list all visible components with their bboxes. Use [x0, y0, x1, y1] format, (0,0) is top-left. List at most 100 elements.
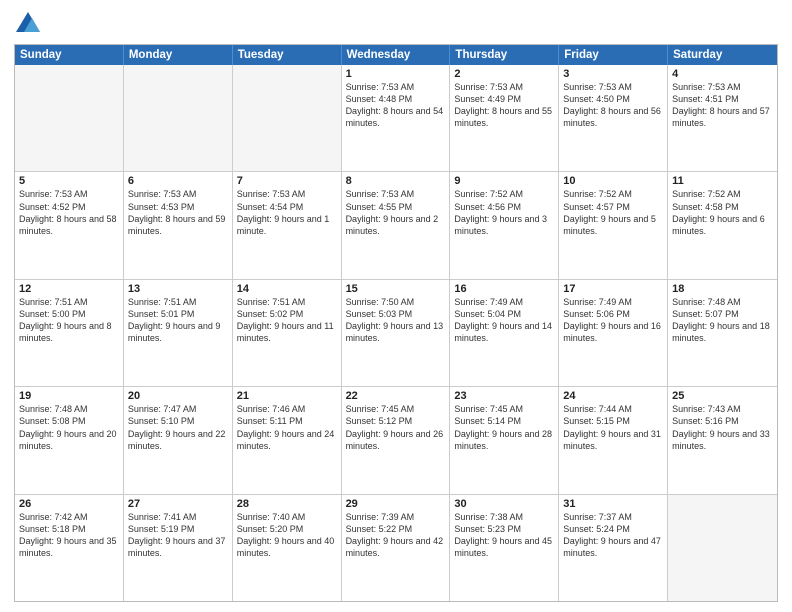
day-number: 8: [346, 175, 446, 187]
day-info: Sunrise: 7:52 AM Sunset: 4:58 PM Dayligh…: [672, 188, 773, 237]
day-number: 12: [19, 283, 119, 295]
day-cell: 18Sunrise: 7:48 AM Sunset: 5:07 PM Dayli…: [668, 280, 777, 386]
day-number: 14: [237, 283, 337, 295]
day-number: 5: [19, 175, 119, 187]
day-cell: 20Sunrise: 7:47 AM Sunset: 5:10 PM Dayli…: [124, 387, 233, 493]
day-info: Sunrise: 7:44 AM Sunset: 5:15 PM Dayligh…: [563, 403, 663, 452]
day-cell: 6Sunrise: 7:53 AM Sunset: 4:53 PM Daylig…: [124, 172, 233, 278]
day-number: 10: [563, 175, 663, 187]
day-info: Sunrise: 7:41 AM Sunset: 5:19 PM Dayligh…: [128, 511, 228, 560]
day-number: 9: [454, 175, 554, 187]
day-cell: 15Sunrise: 7:50 AM Sunset: 5:03 PM Dayli…: [342, 280, 451, 386]
day-number: 19: [19, 390, 119, 402]
day-cell: 11Sunrise: 7:52 AM Sunset: 4:58 PM Dayli…: [668, 172, 777, 278]
day-header-sunday: Sunday: [15, 45, 124, 65]
day-info: Sunrise: 7:37 AM Sunset: 5:24 PM Dayligh…: [563, 511, 663, 560]
day-cell: [124, 65, 233, 171]
day-cell: 27Sunrise: 7:41 AM Sunset: 5:19 PM Dayli…: [124, 495, 233, 601]
day-cell: 7Sunrise: 7:53 AM Sunset: 4:54 PM Daylig…: [233, 172, 342, 278]
day-info: Sunrise: 7:52 AM Sunset: 4:57 PM Dayligh…: [563, 188, 663, 237]
logo-icon: [14, 10, 42, 38]
day-number: 4: [672, 68, 773, 80]
day-info: Sunrise: 7:45 AM Sunset: 5:14 PM Dayligh…: [454, 403, 554, 452]
calendar: SundayMondayTuesdayWednesdayThursdayFrid…: [14, 44, 778, 602]
week-row-3: 12Sunrise: 7:51 AM Sunset: 5:00 PM Dayli…: [15, 279, 777, 386]
day-number: 15: [346, 283, 446, 295]
day-info: Sunrise: 7:53 AM Sunset: 4:51 PM Dayligh…: [672, 81, 773, 130]
day-info: Sunrise: 7:40 AM Sunset: 5:20 PM Dayligh…: [237, 511, 337, 560]
day-cell: 14Sunrise: 7:51 AM Sunset: 5:02 PM Dayli…: [233, 280, 342, 386]
day-info: Sunrise: 7:51 AM Sunset: 5:02 PM Dayligh…: [237, 296, 337, 345]
day-cell: 12Sunrise: 7:51 AM Sunset: 5:00 PM Dayli…: [15, 280, 124, 386]
day-info: Sunrise: 7:53 AM Sunset: 4:49 PM Dayligh…: [454, 81, 554, 130]
day-info: Sunrise: 7:39 AM Sunset: 5:22 PM Dayligh…: [346, 511, 446, 560]
day-info: Sunrise: 7:43 AM Sunset: 5:16 PM Dayligh…: [672, 403, 773, 452]
day-info: Sunrise: 7:53 AM Sunset: 4:53 PM Dayligh…: [128, 188, 228, 237]
day-cell: 9Sunrise: 7:52 AM Sunset: 4:56 PM Daylig…: [450, 172, 559, 278]
day-info: Sunrise: 7:53 AM Sunset: 4:55 PM Dayligh…: [346, 188, 446, 237]
day-headers: SundayMondayTuesdayWednesdayThursdayFrid…: [15, 45, 777, 65]
day-header-thursday: Thursday: [450, 45, 559, 65]
day-header-saturday: Saturday: [668, 45, 777, 65]
day-info: Sunrise: 7:45 AM Sunset: 5:12 PM Dayligh…: [346, 403, 446, 452]
week-row-4: 19Sunrise: 7:48 AM Sunset: 5:08 PM Dayli…: [15, 386, 777, 493]
day-cell: 24Sunrise: 7:44 AM Sunset: 5:15 PM Dayli…: [559, 387, 668, 493]
day-number: 13: [128, 283, 228, 295]
day-number: 25: [672, 390, 773, 402]
day-info: Sunrise: 7:49 AM Sunset: 5:06 PM Dayligh…: [563, 296, 663, 345]
day-info: Sunrise: 7:42 AM Sunset: 5:18 PM Dayligh…: [19, 511, 119, 560]
page: SundayMondayTuesdayWednesdayThursdayFrid…: [0, 0, 792, 612]
day-cell: [233, 65, 342, 171]
day-number: 11: [672, 175, 773, 187]
day-number: 23: [454, 390, 554, 402]
day-cell: 28Sunrise: 7:40 AM Sunset: 5:20 PM Dayli…: [233, 495, 342, 601]
day-header-friday: Friday: [559, 45, 668, 65]
day-cell: 19Sunrise: 7:48 AM Sunset: 5:08 PM Dayli…: [15, 387, 124, 493]
day-info: Sunrise: 7:48 AM Sunset: 5:08 PM Dayligh…: [19, 403, 119, 452]
day-cell: 4Sunrise: 7:53 AM Sunset: 4:51 PM Daylig…: [668, 65, 777, 171]
day-info: Sunrise: 7:50 AM Sunset: 5:03 PM Dayligh…: [346, 296, 446, 345]
day-number: 6: [128, 175, 228, 187]
day-info: Sunrise: 7:38 AM Sunset: 5:23 PM Dayligh…: [454, 511, 554, 560]
day-cell: 5Sunrise: 7:53 AM Sunset: 4:52 PM Daylig…: [15, 172, 124, 278]
week-row-1: 1Sunrise: 7:53 AM Sunset: 4:48 PM Daylig…: [15, 65, 777, 171]
day-info: Sunrise: 7:49 AM Sunset: 5:04 PM Dayligh…: [454, 296, 554, 345]
day-cell: 13Sunrise: 7:51 AM Sunset: 5:01 PM Dayli…: [124, 280, 233, 386]
day-info: Sunrise: 7:53 AM Sunset: 4:54 PM Dayligh…: [237, 188, 337, 237]
day-number: 28: [237, 498, 337, 510]
day-header-monday: Monday: [124, 45, 233, 65]
day-info: Sunrise: 7:48 AM Sunset: 5:07 PM Dayligh…: [672, 296, 773, 345]
day-number: 26: [19, 498, 119, 510]
logo: [14, 10, 46, 38]
day-info: Sunrise: 7:46 AM Sunset: 5:11 PM Dayligh…: [237, 403, 337, 452]
day-cell: 3Sunrise: 7:53 AM Sunset: 4:50 PM Daylig…: [559, 65, 668, 171]
header: [14, 10, 778, 38]
day-cell: 1Sunrise: 7:53 AM Sunset: 4:48 PM Daylig…: [342, 65, 451, 171]
day-number: 30: [454, 498, 554, 510]
day-cell: 21Sunrise: 7:46 AM Sunset: 5:11 PM Dayli…: [233, 387, 342, 493]
day-number: 18: [672, 283, 773, 295]
day-info: Sunrise: 7:53 AM Sunset: 4:50 PM Dayligh…: [563, 81, 663, 130]
day-cell: 26Sunrise: 7:42 AM Sunset: 5:18 PM Dayli…: [15, 495, 124, 601]
day-cell: 16Sunrise: 7:49 AM Sunset: 5:04 PM Dayli…: [450, 280, 559, 386]
day-header-tuesday: Tuesday: [233, 45, 342, 65]
day-cell: 8Sunrise: 7:53 AM Sunset: 4:55 PM Daylig…: [342, 172, 451, 278]
day-cell: 22Sunrise: 7:45 AM Sunset: 5:12 PM Dayli…: [342, 387, 451, 493]
day-number: 1: [346, 68, 446, 80]
day-number: 3: [563, 68, 663, 80]
day-cell: [668, 495, 777, 601]
day-number: 29: [346, 498, 446, 510]
day-info: Sunrise: 7:51 AM Sunset: 5:01 PM Dayligh…: [128, 296, 228, 345]
day-number: 16: [454, 283, 554, 295]
day-cell: 17Sunrise: 7:49 AM Sunset: 5:06 PM Dayli…: [559, 280, 668, 386]
day-number: 27: [128, 498, 228, 510]
day-number: 21: [237, 390, 337, 402]
day-number: 17: [563, 283, 663, 295]
day-info: Sunrise: 7:51 AM Sunset: 5:00 PM Dayligh…: [19, 296, 119, 345]
day-info: Sunrise: 7:53 AM Sunset: 4:48 PM Dayligh…: [346, 81, 446, 130]
day-cell: 23Sunrise: 7:45 AM Sunset: 5:14 PM Dayli…: [450, 387, 559, 493]
day-cell: 29Sunrise: 7:39 AM Sunset: 5:22 PM Dayli…: [342, 495, 451, 601]
day-number: 22: [346, 390, 446, 402]
calendar-body: 1Sunrise: 7:53 AM Sunset: 4:48 PM Daylig…: [15, 65, 777, 601]
day-cell: 30Sunrise: 7:38 AM Sunset: 5:23 PM Dayli…: [450, 495, 559, 601]
